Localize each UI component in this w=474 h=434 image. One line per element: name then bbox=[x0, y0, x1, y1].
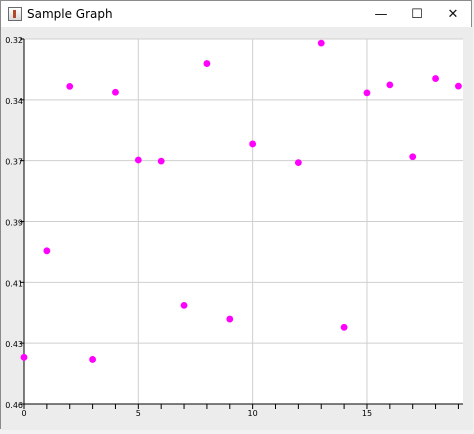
y-tick-label: 0.46 bbox=[5, 401, 23, 410]
data-point bbox=[226, 315, 234, 323]
window-controls: — ☐ ✕ bbox=[363, 1, 471, 27]
y-tick-label: 0.39 bbox=[5, 219, 23, 228]
data-point bbox=[66, 82, 74, 90]
close-button[interactable]: ✕ bbox=[435, 1, 471, 27]
maximize-button[interactable]: ☐ bbox=[399, 1, 435, 27]
y-tick-label: 0.32 bbox=[5, 36, 23, 45]
y-tick-label: 0.41 bbox=[5, 279, 23, 288]
data-point bbox=[112, 88, 119, 96]
window-title: Sample Graph bbox=[27, 7, 113, 21]
data-point bbox=[363, 89, 371, 97]
y-tick-label: 0.43 bbox=[5, 340, 23, 349]
data-point bbox=[409, 153, 417, 161]
data-point bbox=[203, 60, 211, 67]
close-icon: ✕ bbox=[447, 6, 459, 22]
data-point bbox=[157, 157, 165, 165]
scatter-chart: 0.32 0.34 0.37 0.39 0.41 0.43 0.460 5 10 15 bbox=[5, 36, 463, 418]
data-point bbox=[20, 353, 28, 361]
data-point bbox=[455, 82, 462, 90]
data-point bbox=[386, 81, 394, 89]
title-bar[interactable]: Sample Graph — ☐ ✕ bbox=[1, 1, 471, 27]
minimize-icon: — bbox=[374, 6, 388, 22]
y-tick-label: 0.37 bbox=[5, 158, 23, 167]
x-tick-label: 0 bbox=[21, 409, 26, 418]
x-tick-label: 15 bbox=[362, 409, 372, 418]
app-window: Sample Graph — ☐ ✕ 0.32 0.34 0.37 0.39 0.41 0… bbox=[0, 0, 473, 430]
minimize-button[interactable]: — bbox=[363, 1, 399, 27]
data-point bbox=[317, 39, 325, 47]
data-point bbox=[180, 301, 188, 309]
x-tick-label: 10 bbox=[248, 409, 258, 418]
plot-area: 0.32 0.34 0.37 0.39 0.41 0.43 0.46 0 5 10 15 bbox=[1, 27, 473, 430]
x-tick-label: 5 bbox=[136, 409, 141, 418]
data-point bbox=[432, 75, 439, 82]
data-point bbox=[43, 247, 51, 255]
data-point bbox=[249, 140, 257, 148]
grid-layer bbox=[24, 38, 463, 405]
data-point bbox=[89, 356, 96, 363]
java-icon bbox=[8, 7, 22, 21]
y-tick-label: 0.34 bbox=[5, 97, 23, 106]
data-point bbox=[134, 156, 142, 164]
data-point bbox=[294, 159, 302, 167]
data-point bbox=[340, 323, 348, 331]
maximize-icon: ☐ bbox=[411, 6, 423, 22]
